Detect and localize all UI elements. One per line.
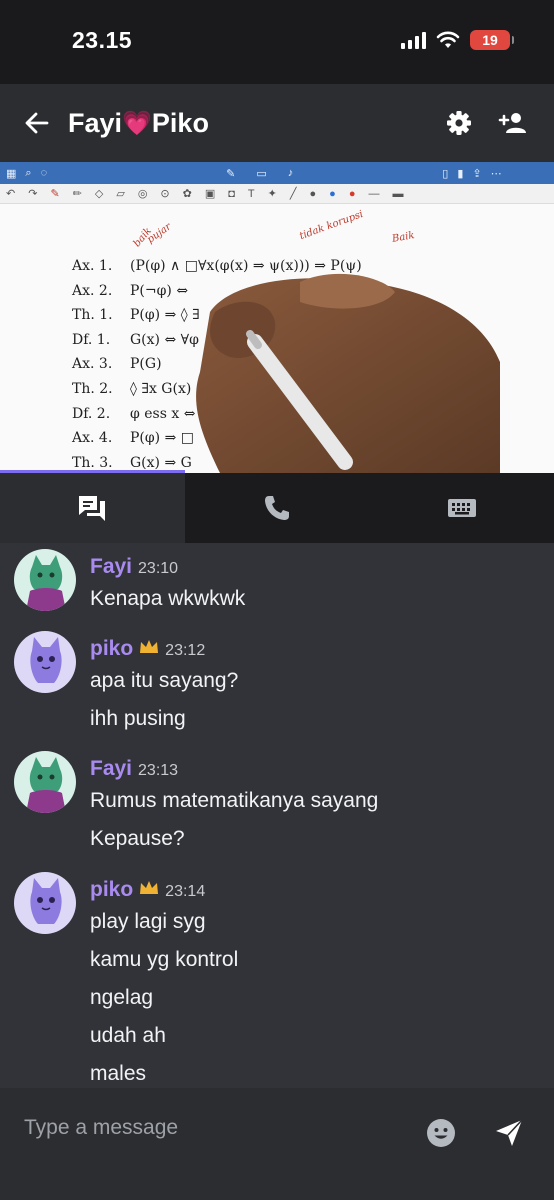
battery-level: 19 (482, 32, 498, 48)
title-name-right: Piko (151, 108, 209, 138)
message-text[interactable]: kamu yg kontrol (90, 948, 238, 972)
message-text[interactable]: males (90, 1062, 146, 1086)
battery-icon: 19 (470, 30, 514, 50)
keyboard-icon (447, 499, 476, 517)
crown-icon (140, 640, 159, 653)
chat-header: Fayi 💗 Piko (0, 84, 554, 164)
chat-messages[interactable]: Fayi 23:10 Kenapa wkwkwk piko 23:12 apa … (0, 543, 554, 1088)
status-icons: 19 (401, 30, 514, 50)
send-icon[interactable] (494, 1118, 524, 1148)
heart-emoji: 💗 (122, 110, 152, 137)
add-person-icon[interactable] (498, 108, 528, 138)
message-text[interactable]: Kenapa wkwkwk (90, 587, 245, 611)
message-author[interactable]: piko (90, 878, 133, 902)
message-text[interactable]: play lagi syg (90, 910, 206, 934)
message-time: 23:10 (138, 560, 179, 577)
hand-with-stylus (196, 273, 500, 473)
message-composer: Type a message (0, 1088, 554, 1200)
arrow-left-icon[interactable] (22, 108, 52, 138)
status-time: 23.15 (72, 27, 133, 53)
message-input[interactable]: Type a message (24, 1116, 178, 1140)
phone-icon (265, 496, 289, 520)
chat-bubbles-icon (79, 496, 106, 521)
message-author[interactable]: Fayi (90, 757, 132, 781)
tab-call[interactable] (185, 473, 370, 543)
message-text[interactable]: apa itu sayang? (90, 669, 238, 693)
message-header: Fayi 23:10 (90, 555, 178, 579)
green-cat-avatar[interactable] (14, 751, 76, 813)
message-text[interactable]: Kepause? (90, 827, 185, 851)
purple-cat-avatar[interactable] (14, 872, 76, 934)
message-author[interactable]: piko (90, 637, 133, 661)
message-header: piko 23:14 (90, 878, 205, 902)
wifi-icon (436, 31, 460, 48)
message-time: 23:12 (165, 642, 206, 659)
message-header: Fayi 23:13 (90, 757, 178, 781)
screen-share-video[interactable]: ▦ ⌕ ◌ ✎ ▭ ♪ ▯ ▮ ⇪ ⋯ ↶ ↷ ✎ ✏ ◇ ▱ ◎ ⊙ ✿ ▣ … (0, 162, 554, 473)
gear-icon[interactable] (444, 108, 474, 138)
message-time: 23:14 (165, 883, 206, 900)
message-text[interactable]: Rumus matematikanya sayang (90, 789, 378, 813)
crown-icon (140, 881, 159, 894)
message-header: piko 23:12 (90, 637, 205, 661)
emoji-icon[interactable] (426, 1118, 456, 1148)
chat-title: Fayi 💗 Piko (68, 108, 209, 139)
purple-cat-avatar[interactable] (14, 631, 76, 693)
message-author[interactable]: Fayi (90, 555, 132, 579)
message-text[interactable]: udah ah (90, 1024, 166, 1048)
status-bar: 23.15 19 (0, 0, 554, 84)
message-text[interactable]: ngelag (90, 986, 153, 1010)
title-name-left: Fayi (68, 108, 123, 138)
signal-icon (401, 31, 426, 49)
tab-chat[interactable] (0, 473, 185, 543)
tab-keyboard[interactable] (369, 473, 554, 543)
call-tab-bar (0, 473, 554, 543)
green-cat-avatar[interactable] (14, 549, 76, 611)
message-text[interactable]: ihh pusing (90, 707, 186, 731)
message-time: 23:13 (138, 762, 179, 779)
